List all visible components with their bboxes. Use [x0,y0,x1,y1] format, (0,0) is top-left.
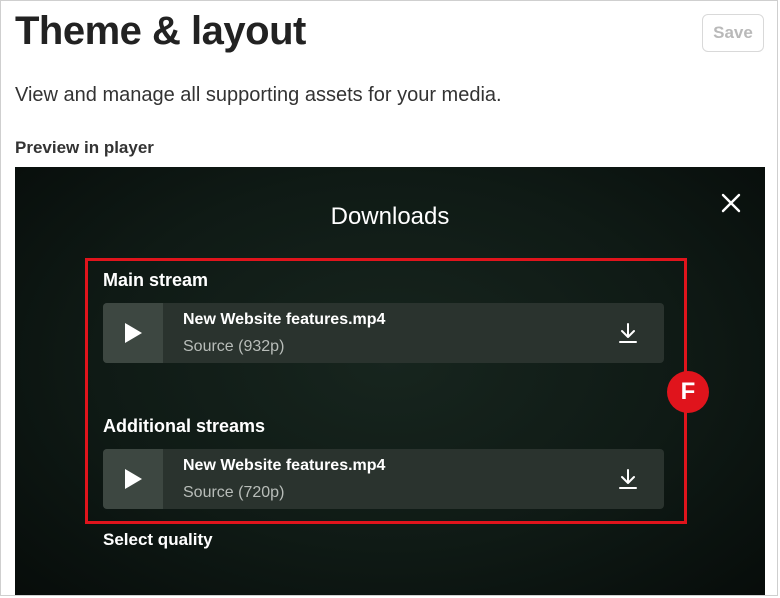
play-icon [125,323,142,343]
download-icon[interactable] [616,321,640,345]
main-stream-card[interactable]: New Website features.mp4 Source (932p) [103,303,664,363]
play-button[interactable] [103,449,163,509]
file-name: New Website features.mp4 [183,311,386,328]
select-quality-label[interactable]: Select quality [103,530,213,550]
file-source: Source (720p) [183,484,285,501]
player-preview: Downloads Main stream New Website featur… [15,167,765,595]
save-button[interactable]: Save [702,14,764,52]
file-name: New Website features.mp4 [183,457,386,474]
file-source: Source (932p) [183,338,285,355]
download-icon[interactable] [616,467,640,491]
additional-stream-card[interactable]: New Website features.mp4 Source (720p) [103,449,664,509]
play-icon [125,469,142,489]
additional-streams-label: Additional streams [103,416,266,436]
annotation-badge: F [667,371,709,413]
downloads-title: Downloads [330,203,450,230]
page-title: Theme & layout [15,9,306,53]
play-button[interactable] [103,303,163,363]
main-stream-label: Main stream [103,270,209,290]
page-subtitle: View and manage all supporting assets fo… [15,84,502,106]
preview-label: Preview in player [15,138,154,157]
settings-page: Theme & layout Save View and manage all … [0,0,778,596]
